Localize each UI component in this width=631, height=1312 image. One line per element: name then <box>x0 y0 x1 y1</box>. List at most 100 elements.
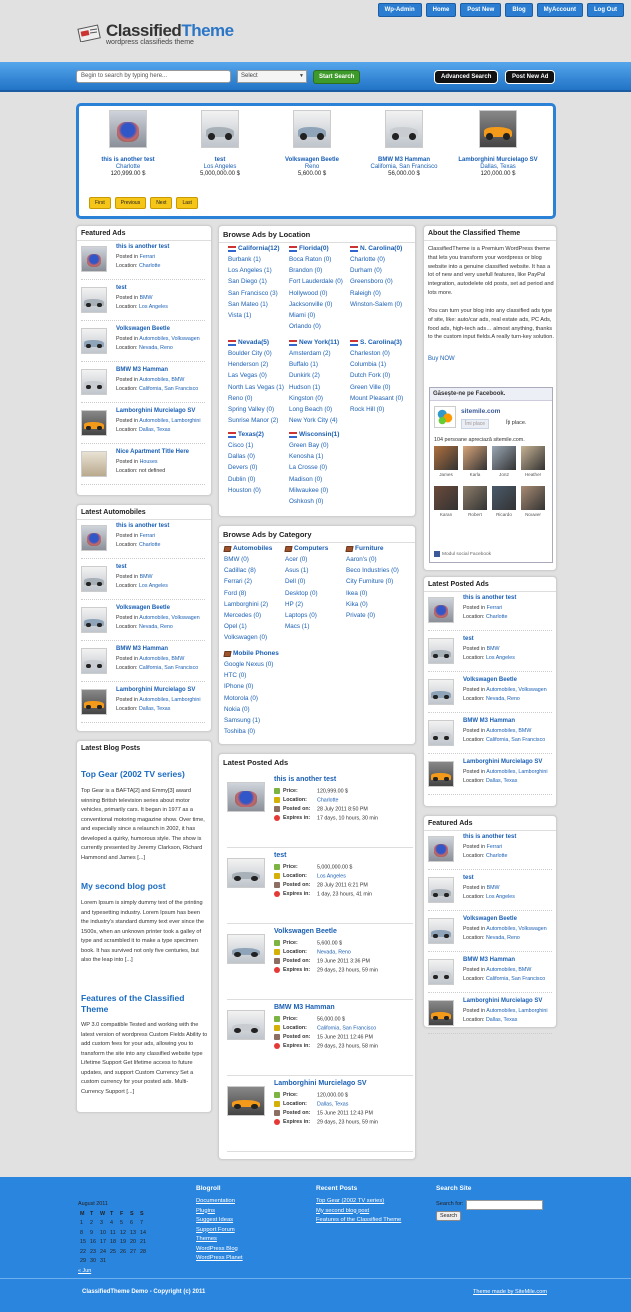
slider-item-title[interactable]: Lamborghini Murcielago SV <box>453 157 543 163</box>
browse-link[interactable]: Raleigh (0) <box>350 288 402 299</box>
ad-location-link[interactable]: Los Angeles <box>486 655 515 661</box>
search-input[interactable]: Begin to search by typing here... <box>76 70 231 83</box>
browse-link[interactable]: Ferrari (2) <box>224 576 268 587</box>
browse-link[interactable]: Hudson (1) <box>289 382 338 393</box>
browse-link[interactable]: Boulder City (0) <box>228 348 284 359</box>
ad-location-link[interactable]: Charlotte <box>139 263 161 269</box>
ad-location-link[interactable]: Nevada, Reno <box>139 624 173 630</box>
slider-item[interactable]: test Los Angeles 5,000,000.00 $ <box>175 110 265 177</box>
browse-link[interactable]: Miami (0) <box>289 310 343 321</box>
browse-link[interactable]: Mount Pleasant (0) <box>350 393 403 404</box>
ad-title-link[interactable]: Lamborghini Murcielago SV <box>463 998 542 1004</box>
slider-thumbnail[interactable] <box>201 110 239 148</box>
browse-link[interactable]: Long Beach (0) <box>289 404 338 415</box>
ad-location-link[interactable]: Dallas, Texas <box>139 427 170 433</box>
ad-category-link[interactable]: Automobiles, Lamborghini <box>139 418 200 424</box>
latest-ad-thumbnail[interactable] <box>227 858 265 888</box>
blogroll-link[interactable]: Documentation <box>196 1197 243 1207</box>
ad-category-link[interactable]: Automobiles, Volkswagen <box>139 615 199 621</box>
ad-category-link[interactable]: Automobiles, BMW <box>486 967 531 973</box>
ad-title-link[interactable]: test <box>116 285 127 291</box>
recent-post-link[interactable]: Top Gear (2002 TV series) <box>316 1197 401 1207</box>
latest-ad-thumbnail[interactable] <box>227 782 265 812</box>
browse-link[interactable]: Jacksonville (0) <box>289 299 343 310</box>
browse-link[interactable]: Dunkirk (2) <box>289 370 338 381</box>
facebook-fan[interactable]: Nouwer <box>521 486 545 517</box>
browse-link[interactable]: Fort Lauderdale (0) <box>289 276 343 287</box>
ad-title-link[interactable]: Nice Apartment Title Here <box>116 449 189 455</box>
slider-item-title[interactable]: BMW M3 Hamman <box>359 157 449 163</box>
ad-title-link[interactable]: Lamborghini Murcielago SV <box>463 759 542 765</box>
field-value[interactable]: California, San Francisco <box>317 1025 376 1031</box>
browse-link[interactable]: Burbank (1) <box>228 254 278 265</box>
pager-first-button[interactable]: First <box>89 197 111 209</box>
ad-category-link[interactable]: BMW <box>140 295 153 301</box>
slider-item-title[interactable]: this is another test <box>83 157 173 163</box>
latest-ad-title-link[interactable]: Lamborghini Murcielago SV <box>274 1080 367 1087</box>
browse-link[interactable]: Cadillac (8) <box>224 565 268 576</box>
browse-link[interactable]: Kingston (0) <box>289 393 338 404</box>
browse-group-heading[interactable]: Furniture <box>345 545 384 552</box>
ad-location-link[interactable]: Nevada, Reno <box>486 696 520 702</box>
browse-link[interactable]: Hollywood (0) <box>289 288 343 299</box>
latest-ad-title-link[interactable]: this is another test <box>274 776 336 783</box>
facebook-fan[interactable]: Karan <box>434 486 458 517</box>
post-new-ad-button[interactable]: Post New Ad <box>505 70 556 84</box>
browse-link[interactable]: Beco Industries (0) <box>346 565 399 576</box>
browse-group-heading[interactable]: Texas(2) <box>228 431 264 438</box>
browse-group-heading[interactable]: New York(11) <box>289 339 339 346</box>
browse-link[interactable]: North Las Vegas (1) <box>228 382 284 393</box>
ad-category-link[interactable]: Automobiles, BMW <box>139 377 184 383</box>
ad-thumbnail[interactable] <box>428 877 454 903</box>
browse-link[interactable]: Reno (0) <box>228 393 284 404</box>
facebook-site-name[interactable]: sitemile.com <box>461 408 500 415</box>
ad-thumbnail[interactable] <box>81 369 107 395</box>
slider-thumbnail[interactable] <box>293 110 331 148</box>
ad-thumbnail[interactable] <box>81 689 107 715</box>
slider-item-location[interactable]: Charlotte <box>83 164 173 170</box>
browse-link[interactable]: BMW (0) <box>224 554 268 565</box>
topnav-wpadmin-link[interactable]: Wp-Admin <box>377 3 422 17</box>
ad-category-link[interactable]: Automobiles, BMW <box>139 656 184 662</box>
pager-last-button[interactable]: Last <box>176 197 198 209</box>
ad-location-link[interactable]: California, San Francisco <box>139 386 198 392</box>
browse-group-heading[interactable]: Mobile Phones <box>223 650 279 657</box>
ad-location-link[interactable]: California, San Francisco <box>486 976 545 982</box>
ad-location-link[interactable]: Charlotte <box>486 614 508 620</box>
browse-link[interactable]: La Crosse (0) <box>289 462 329 473</box>
ad-title-link[interactable]: BMW M3 Hamman <box>116 367 168 373</box>
field-value[interactable]: Charlotte <box>317 797 339 803</box>
facebook-fan[interactable]: Ricardo <box>492 486 516 517</box>
ad-location-link[interactable]: California, San Francisco <box>139 665 198 671</box>
browse-link[interactable]: Henderson (2) <box>228 359 284 370</box>
ad-thumbnail[interactable] <box>81 246 107 272</box>
browse-link[interactable]: New York City (4) <box>289 415 338 426</box>
ad-category-link[interactable]: BMW <box>487 646 500 652</box>
browse-link[interactable]: Durham (0) <box>350 265 402 276</box>
browse-link[interactable]: Milwaukee (0) <box>289 485 329 496</box>
ad-thumbnail[interactable] <box>81 607 107 633</box>
slider-item-title[interactable]: Volkswagen Beetle <box>267 157 357 163</box>
ad-location-link[interactable]: Charlotte <box>486 853 508 859</box>
ad-category-link[interactable]: Ferrari <box>487 844 503 850</box>
ad-category-link[interactable]: Automobiles, Lamborghini <box>486 769 547 775</box>
browse-link[interactable]: Cisco (1) <box>228 440 261 451</box>
blogroll-link[interactable]: WordPress Blog <box>196 1245 243 1255</box>
browse-link[interactable]: Volkswagen (0) <box>224 632 268 643</box>
footer-search-button[interactable]: Search <box>436 1211 462 1221</box>
ad-category-link[interactable]: Houses <box>140 459 158 465</box>
slider-item[interactable]: Volkswagen Beetle Reno 5,600.00 $ <box>267 110 357 177</box>
slider-item-title[interactable]: test <box>175 157 265 163</box>
browse-link[interactable]: Opel (1) <box>224 621 268 632</box>
browse-link[interactable]: Buffalo (1) <box>289 359 338 370</box>
latest-ad-title-link[interactable]: test <box>274 852 286 859</box>
browse-link[interactable]: Orlando (0) <box>289 321 343 332</box>
blogroll-link[interactable]: WordPress Planet <box>196 1254 243 1264</box>
latest-ad-thumbnail[interactable] <box>227 1010 265 1040</box>
ad-category-link[interactable]: Ferrari <box>140 533 156 539</box>
browse-group-heading[interactable]: Computers <box>284 545 328 552</box>
ad-title-link[interactable]: BMW M3 Hamman <box>116 646 168 652</box>
ad-title-link[interactable]: BMW M3 Hamman <box>463 718 515 724</box>
ad-thumbnail[interactable] <box>428 1000 454 1026</box>
ad-category-link[interactable]: Automobiles, Volkswagen <box>139 336 199 342</box>
